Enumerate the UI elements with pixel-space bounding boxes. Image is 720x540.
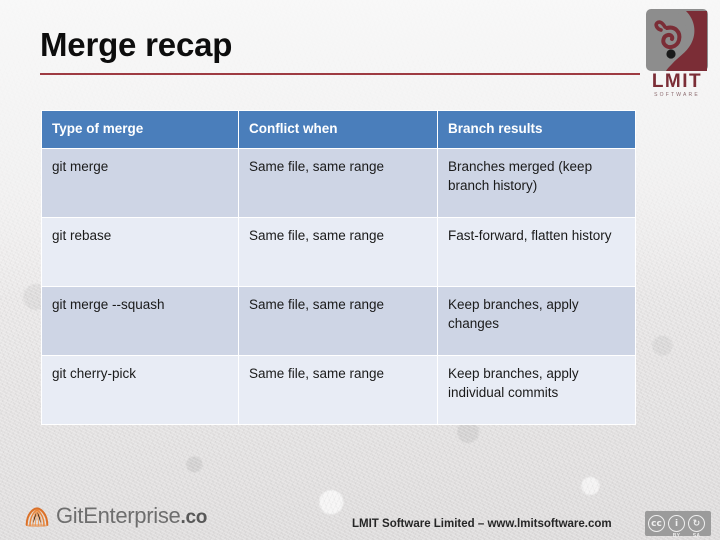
cell-type-of-merge: git merge xyxy=(42,149,238,217)
slide-canvas: Merge recap LMIT SOFTWARE Type of merge … xyxy=(0,0,720,540)
lmit-emblem-icon xyxy=(646,9,708,71)
page-title: Merge recap xyxy=(40,26,233,63)
table-row: git merge Same file, same range Branches… xyxy=(42,149,635,217)
merge-recap-table: Type of merge Conflict when Branch resul… xyxy=(41,110,636,425)
table-header-row: Type of merge Conflict when Branch resul… xyxy=(42,111,635,148)
cell-conflict-when: Same file, same range xyxy=(239,356,437,424)
column-header-conflict-when: Conflict when xyxy=(239,111,437,148)
gitenterprise-fan-icon xyxy=(25,507,49,527)
cell-conflict-when: Same file, same range xyxy=(239,149,437,217)
gitenterprise-wordmark: GitEnterprise.co xyxy=(56,503,207,529)
cc-sa-slot: ↻ SA xyxy=(688,515,708,539)
cc-by-icon: i xyxy=(668,515,685,532)
gitenterprise-name: GitEnterprise xyxy=(56,503,181,528)
table-row: git cherry-pick Same file, same range Ke… xyxy=(42,356,635,424)
footer-credit-text: LMIT Software Limited – www.lmitsoftware… xyxy=(352,518,612,530)
cell-branch-results: Branches merged (keep branch history) xyxy=(438,149,635,217)
table-row: git merge --squash Same file, same range… xyxy=(42,287,635,355)
cell-branch-results: Keep branches, apply individual commits xyxy=(438,356,635,424)
cell-branch-results: Keep branches, apply changes xyxy=(438,287,635,355)
cell-type-of-merge: git merge --squash xyxy=(42,287,238,355)
gitenterprise-logo: GitEnterprise.co xyxy=(24,501,207,531)
cc-icon: cc xyxy=(648,515,665,532)
lmit-wordmark: LMIT xyxy=(651,71,703,92)
cell-conflict-when: Same file, same range xyxy=(239,287,437,355)
cc-by-label: BY xyxy=(672,533,681,539)
lmit-logo: LMIT SOFTWARE xyxy=(640,8,714,104)
creative-commons-license-badge: cc i BY ↻ SA xyxy=(645,511,711,539)
column-header-branch-results: Branch results xyxy=(438,111,635,148)
cc-by-slot: i BY xyxy=(668,515,688,539)
cell-conflict-when: Same file, same range xyxy=(239,218,437,286)
lmit-tagline: SOFTWARE xyxy=(654,92,700,98)
cell-type-of-merge: git rebase xyxy=(42,218,238,286)
table-row: git rebase Same file, same range Fast-fo… xyxy=(42,218,635,286)
cc-sa-icon: ↻ xyxy=(688,515,705,532)
column-header-type-of-merge: Type of merge xyxy=(42,111,238,148)
cell-type-of-merge: git cherry-pick xyxy=(42,356,238,424)
cell-branch-results: Fast-forward, flatten history xyxy=(438,218,635,286)
title-underline-rule xyxy=(40,73,640,75)
cc-sa-label: SA xyxy=(692,533,701,539)
gitenterprise-tld: .co xyxy=(180,507,208,528)
